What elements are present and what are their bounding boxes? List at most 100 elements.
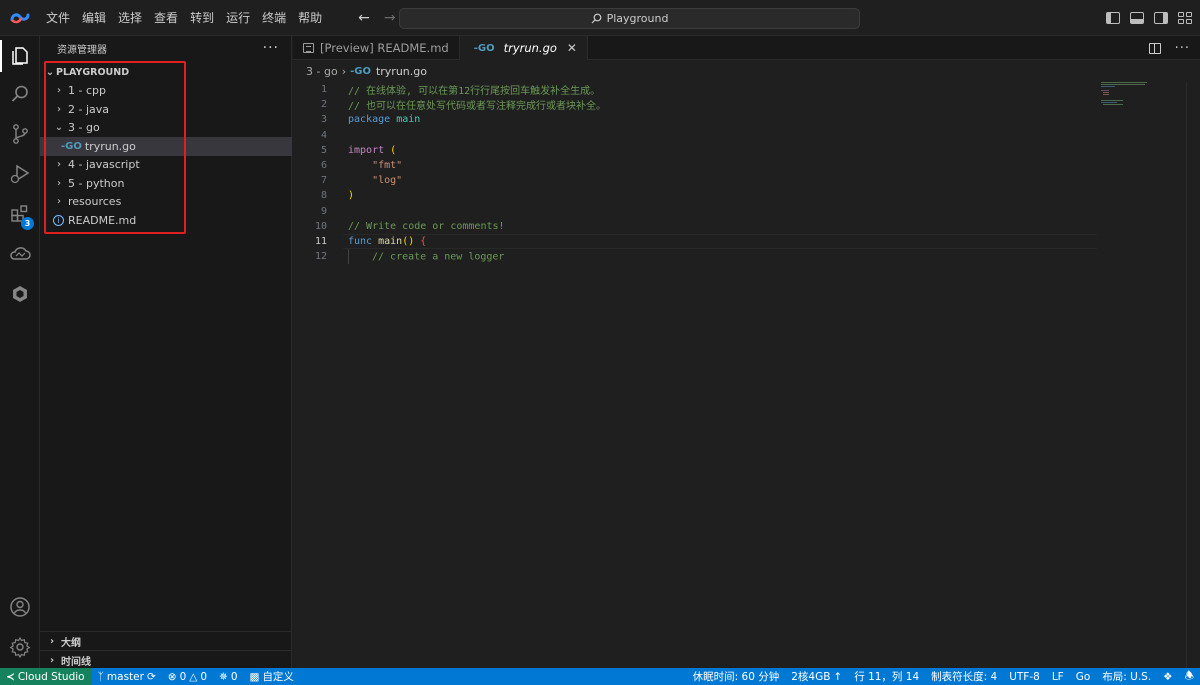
status-bar-right: 休眠时间: 60 分钟 2核4GB ↑ 行 11，列 14 制表符长度: 4 UT…	[687, 668, 1200, 685]
extensions-icon[interactable]: 3	[0, 194, 40, 234]
custom-indicator[interactable]: ▩ 自定义	[244, 669, 300, 684]
close-icon[interactable]: ✕	[567, 41, 577, 55]
search-icon[interactable]	[0, 74, 40, 114]
line-number: 7	[320, 175, 327, 187]
chevron-right-icon: ›	[341, 64, 347, 78]
settings-gear-icon[interactable]	[0, 627, 40, 667]
tree-file-tryrun-go[interactable]: -GO tryrun.go	[40, 137, 292, 156]
explorer-icon[interactable]	[0, 36, 40, 76]
menu-edit[interactable]: 编辑	[76, 0, 112, 36]
line-number: 6	[320, 160, 327, 172]
vertical-scrollbar[interactable]	[1186, 82, 1200, 668]
tree-folder-javascript[interactable]: › 4 - javascript	[40, 156, 292, 175]
menu-view[interactable]: 查看	[148, 0, 184, 36]
timeline-label: 时间线	[61, 656, 91, 668]
code-text: // Write code or comments!	[348, 220, 505, 232]
tab-readme-preview[interactable]: [Preview] README.md	[293, 36, 460, 60]
workspace-root[interactable]: ⌄ PLAYGROUND	[40, 63, 292, 82]
code-editor[interactable]: 1 // 在线体验, 可以在第12行行尾按回车触发补全生成。 2 // 也可以在…	[293, 82, 1097, 265]
toggle-panel-icon[interactable]	[1130, 12, 1144, 24]
ports-indicator[interactable]: ✵ 0	[213, 671, 244, 683]
tab-tryrun-go[interactable]: -GO tryrun.go ✕	[459, 36, 588, 60]
copilot-icon: ❖	[1163, 670, 1173, 683]
ports-count: 0	[230, 670, 238, 683]
keyboard-layout-label: 布局: U.S.	[1102, 671, 1152, 683]
encoding-label: UTF-8	[1009, 670, 1040, 683]
code-line: 1 // 在线体验, 可以在第12行行尾按回车触发补全生成。	[293, 82, 1093, 97]
cloud-icon[interactable]	[0, 234, 40, 274]
account-icon[interactable]	[0, 587, 40, 627]
editor-tabs: [Preview] README.md -GO tryrun.go ✕ ···	[293, 36, 1200, 60]
problems-indicator[interactable]: ⊗ 0 △ 0	[162, 671, 213, 683]
menu-run[interactable]: 运行	[220, 0, 256, 36]
language-indicator[interactable]: Go	[1070, 671, 1097, 683]
notifications-indicator[interactable]: 🕭	[1179, 668, 1200, 685]
tree-folder-cpp[interactable]: › 1 - cpp	[40, 82, 292, 101]
info-icon: i	[53, 214, 64, 226]
menu-file[interactable]: 文件	[40, 0, 76, 36]
branch-icon: ᛉ	[97, 670, 104, 683]
tree-folder-java[interactable]: › 2 - java	[40, 100, 292, 119]
command-center[interactable]: Playground	[399, 8, 860, 29]
code-line: 12 // create a new logger	[293, 249, 1093, 265]
tree-item-label: 2 - java	[68, 102, 110, 116]
chevron-right-icon: ›	[57, 85, 61, 97]
customize-layout-icon[interactable]	[1178, 12, 1192, 24]
timeline-section[interactable]: › 时间线	[40, 650, 292, 669]
keyboard-layout-indicator[interactable]: 布局: U.S.	[1096, 669, 1157, 684]
forward-arrow-icon[interactable]: →	[384, 10, 396, 26]
more-actions-icon[interactable]: ···	[263, 40, 279, 56]
menu-go[interactable]: 转到	[184, 0, 220, 36]
cursor-position[interactable]: 行 11，列 14	[848, 669, 925, 684]
tab-size-indicator[interactable]: 制表符长度: 4	[925, 669, 1003, 684]
copilot-indicator[interactable]: ❖	[1157, 671, 1178, 683]
line-number: 2	[320, 99, 327, 111]
tree-folder-resources[interactable]: › resources	[40, 193, 292, 212]
bell-icon: 🕭	[1184, 669, 1194, 682]
tree-folder-go[interactable]: ⌄ 3 - go	[40, 119, 292, 138]
code-text: // 在线体验, 可以在第12行行尾按回车触发补全生成。	[348, 86, 601, 98]
encoding-indicator[interactable]: UTF-8	[1003, 671, 1046, 683]
eol-indicator[interactable]: LF	[1046, 671, 1070, 683]
idle-time-indicator[interactable]: 休眠时间: 60 分钟	[687, 669, 786, 684]
code-identifier: main	[396, 114, 421, 126]
cursor-position-label: 行 11，列 14	[854, 671, 920, 683]
toggle-secondary-sidebar-icon[interactable]	[1154, 12, 1168, 24]
code-paren: ()	[402, 235, 415, 247]
resources-indicator[interactable]: 2核4GB ↑	[785, 669, 848, 684]
split-editor-icon[interactable]	[1148, 42, 1161, 54]
more-actions-icon[interactable]: ···	[1175, 41, 1190, 56]
breadcrumb-file[interactable]: tryrun.go	[376, 65, 427, 78]
menu-help[interactable]: 帮助	[292, 0, 328, 36]
code-keyword: func	[348, 235, 373, 247]
menu-terminal[interactable]: 终端	[256, 0, 292, 36]
remote-indicator[interactable]: ≺ Cloud Studio	[0, 668, 92, 685]
broadcast-icon: ✵	[219, 670, 228, 683]
explorer-tree: ⌄ PLAYGROUND › 1 - cpp › 2 - java ⌄ 3 - …	[40, 63, 292, 230]
tree-item-label: README.md	[68, 213, 137, 227]
toggle-primary-sidebar-icon[interactable]	[1106, 12, 1120, 24]
line-number: 8	[320, 190, 327, 202]
line-number: 4	[320, 129, 327, 141]
sidebar-title: 资源管理器	[57, 44, 107, 56]
breadcrumb-folder[interactable]: 3 - go	[306, 65, 338, 78]
custom-label: 自定义	[262, 671, 294, 683]
back-arrow-icon[interactable]: ←	[358, 10, 370, 26]
branch-indicator[interactable]: ᛉ master ⟳	[92, 671, 162, 683]
minimap[interactable]	[1101, 80, 1161, 110]
warning-icon: △	[189, 670, 198, 683]
tree-file-readme[interactable]: i README.md	[40, 211, 292, 230]
search-icon	[591, 13, 601, 24]
outline-section[interactable]: › 大纲	[40, 631, 292, 650]
code-line: 3 package main	[293, 112, 1093, 127]
editor-area: [Preview] README.md -GO tryrun.go ✕ ··· …	[293, 36, 1200, 668]
run-debug-icon[interactable]	[0, 154, 40, 194]
chevron-right-icon: ›	[49, 635, 55, 647]
tree-folder-python[interactable]: › 5 - python	[40, 174, 292, 193]
line-number: 11	[314, 235, 327, 247]
code-keyword: import	[348, 144, 385, 156]
arrow-up-icon: ↑	[833, 670, 843, 683]
menu-selection[interactable]: 选择	[112, 0, 148, 36]
codebuddy-icon[interactable]	[0, 274, 40, 314]
source-control-icon[interactable]	[0, 114, 40, 154]
